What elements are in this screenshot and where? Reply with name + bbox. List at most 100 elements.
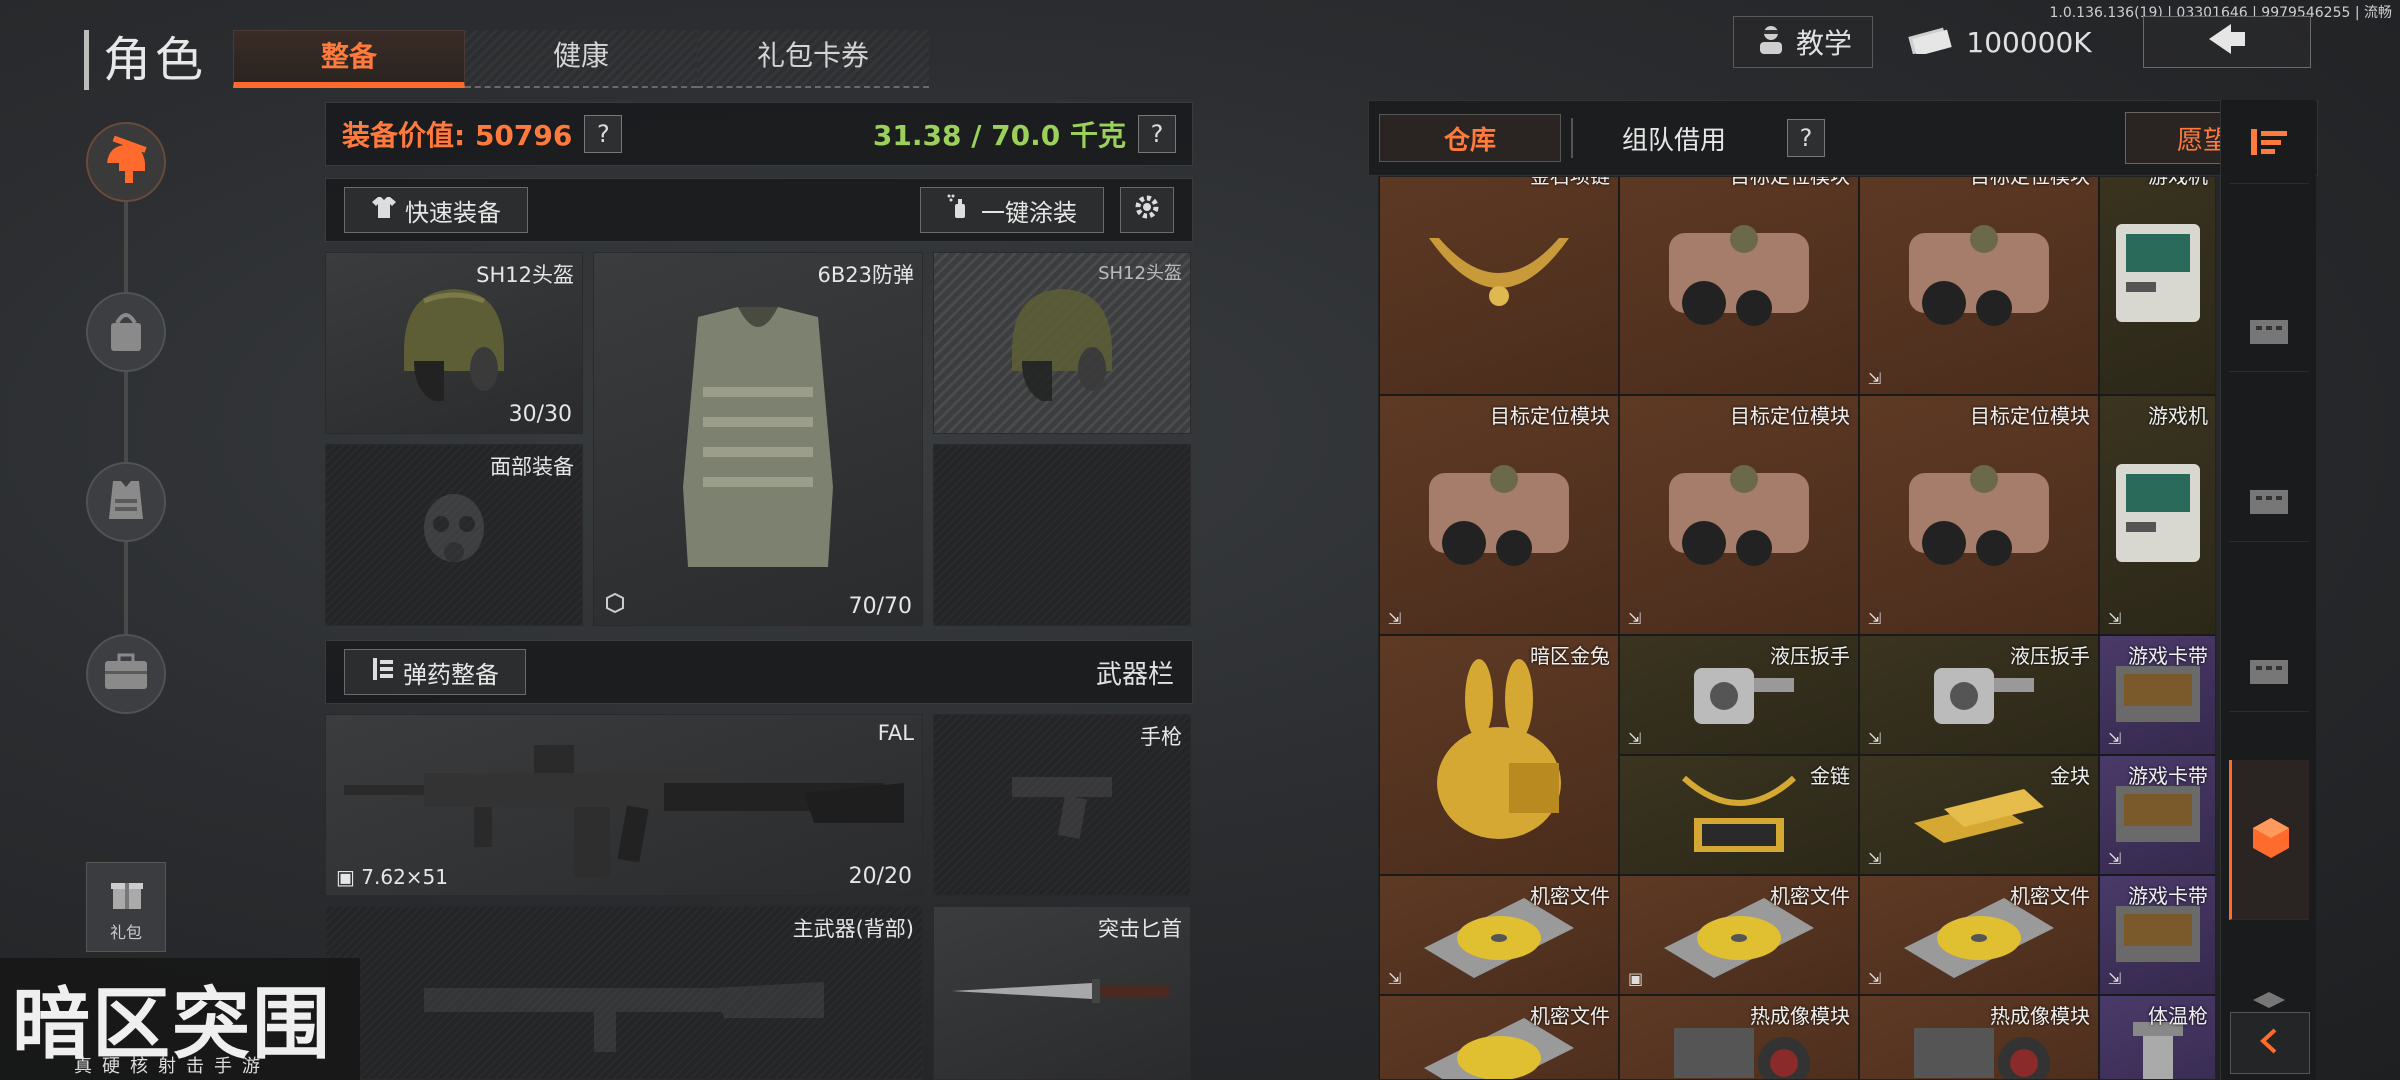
cube-icon [2249, 816, 2293, 864]
item-name: 体温枪 [2148, 1004, 2208, 1028]
warehouse-header: 仓库 组队借用 ? 愿望单 [1368, 100, 2318, 176]
money-value: 100000K [1966, 25, 2092, 59]
helmet-alt-slot[interactable]: SH12头盔 [933, 252, 1191, 434]
sort-button[interactable] [2229, 104, 2309, 184]
tab-equip[interactable]: 整备 [233, 30, 465, 88]
weight-help-button[interactable]: ? [1138, 115, 1176, 153]
box-icon [2246, 652, 2292, 692]
helmet-durability: 30/30 [508, 402, 572, 427]
ammo-prep-button[interactable]: 弹药整备 [344, 649, 526, 695]
ammo-icon [371, 656, 395, 688]
spray-icon [947, 194, 973, 226]
necklace-image [1409, 208, 1589, 342]
item-cell[interactable]: 机密文件 ⇲ [1379, 875, 1619, 995]
warehouse-help-button[interactable]: ? [1787, 119, 1825, 157]
tutorial-button[interactable]: 教学 [1733, 16, 1873, 68]
item-cell[interactable]: 目标定位模块 [1619, 177, 1859, 395]
item-cell[interactable]: 目标定位模块 ⇲ [1619, 395, 1859, 635]
nav-vest[interactable] [86, 462, 166, 542]
helmet-gun-icon [99, 133, 153, 191]
armor-name: 6B23防弹 [817, 263, 915, 287]
category-box-2[interactable] [2229, 462, 2309, 542]
pistol-slot-name: 手枪 [1140, 725, 1182, 749]
item-cell[interactable]: 暗区金兔 [1379, 635, 1619, 875]
shirt-icon [371, 194, 397, 226]
item-cell[interactable]: 液压扳手 ⇲ [1619, 635, 1859, 755]
item-name: 液压扳手 [2010, 644, 2090, 668]
category-box-3[interactable] [2229, 632, 2309, 712]
tab-team-borrow[interactable]: 组队借用 [1583, 114, 1765, 162]
game-cartridge-image [2112, 778, 2204, 852]
box-icon [2246, 482, 2292, 522]
export-icon: ⇲ [1388, 609, 1402, 628]
dagger-name: 突击匕首 [1098, 917, 1182, 941]
divider [1571, 118, 1573, 158]
gift-label: 礼包 [109, 923, 142, 942]
quick-equip-label: 快速装备 [405, 198, 501, 227]
item-cell[interactable]: 游戏机 [2099, 177, 2215, 395]
export-icon: ⇲ [1868, 369, 1882, 388]
item-cell[interactable]: 液压扳手 ⇲ [1859, 635, 2099, 755]
item-cell[interactable]: 目标定位模块 ⇲ [1859, 395, 2099, 635]
dagger-image [942, 961, 1182, 1025]
item-name: 机密文件 [1530, 884, 1610, 908]
dagger-slot[interactable]: 突击匕首 [933, 906, 1191, 1080]
item-name: 金块 [2050, 764, 2090, 788]
target-module-image [1649, 203, 1829, 347]
item-cell[interactable]: 游戏卡带 ⇲ [2099, 755, 2215, 875]
export-icon: ⇲ [2108, 849, 2122, 868]
cash-icon [1908, 24, 1953, 61]
item-name: 游戏机 [2148, 404, 2208, 428]
back-button[interactable] [2143, 16, 2311, 68]
item-name: 目标定位模块 [1970, 404, 2090, 428]
item-name: 目标定位模块 [1490, 404, 1610, 428]
nav-case[interactable] [86, 634, 166, 714]
item-cell[interactable]: 机密文件 ▣ [1619, 875, 1859, 995]
item-cell[interactable]: 金块 ⇲ [1859, 755, 2099, 875]
nav-backpack[interactable] [86, 292, 166, 372]
item-cell[interactable]: 金石项链 [1379, 177, 1619, 395]
item-cell[interactable]: 游戏卡带 ⇲ [2099, 635, 2215, 755]
back-arrow-icon [2207, 22, 2247, 63]
back-weapon-slot[interactable]: 主武器(背部) [325, 906, 923, 1080]
collapse-button[interactable] [2230, 1012, 2310, 1074]
item-cell[interactable]: 金链 [1619, 755, 1859, 875]
item-cell[interactable]: 机密文件 [1379, 995, 1619, 1079]
ammo-caliber: ▣ 7.62×51 [336, 865, 448, 889]
tab-health[interactable]: 健康 [465, 30, 697, 88]
export-icon: ⇲ [1868, 969, 1882, 988]
quick-equip-button[interactable]: 快速装备 [344, 187, 528, 233]
armor-slot[interactable]: 6B23防弹 70/70 [593, 252, 923, 626]
category-active[interactable] [2229, 760, 2309, 920]
item-name: 机密文件 [1530, 1004, 1610, 1028]
gift-button[interactable]: 礼包 [86, 862, 166, 952]
pistol-slot[interactable]: 手枪 [933, 714, 1191, 896]
export-icon: ⇲ [2108, 969, 2122, 988]
item-cell[interactable]: 游戏机 ⇲ [2099, 395, 2215, 635]
sort-icon [2249, 127, 2289, 161]
face-slot[interactable]: 面部装备 [325, 444, 583, 626]
item-cell[interactable]: 热成像模块 [1619, 995, 1859, 1079]
settings-button[interactable] [1120, 187, 1174, 233]
tab-storage[interactable]: 仓库 [1379, 114, 1561, 162]
one-click-paint-button[interactable]: 一键涂装 [920, 187, 1104, 233]
gear-icon [1132, 192, 1162, 228]
item-cell[interactable]: 目标定位模块 ⇲ [1379, 395, 1619, 635]
nav-gear-loadout[interactable] [86, 122, 166, 202]
value-help-button[interactable]: ? [584, 115, 623, 153]
tab-gift-coupons[interactable]: 礼包卡券 [697, 30, 929, 88]
item-cell[interactable]: 体温枪 [2099, 995, 2215, 1079]
item-cell[interactable]: 机密文件 ⇲ [1859, 875, 2099, 995]
item-name: 目标定位模块 [1730, 404, 1850, 428]
primary-weapon-slot[interactable]: FAL ▣ 7.62×51 20/20 [325, 714, 923, 896]
item-name: 游戏卡带 [2128, 644, 2208, 668]
ammo-bar: 弹药整备 武器栏 [325, 640, 1193, 704]
empty-slot[interactable] [933, 444, 1191, 626]
helmet-slot[interactable]: SH12头盔 30/30 [325, 252, 583, 434]
logo-subtitle: 真硬核射击手游 [74, 1056, 270, 1077]
item-cell[interactable]: 目标定位模块 ⇲ [1859, 177, 2099, 395]
item-cell[interactable]: 热成像模块 [1859, 995, 2099, 1079]
item-cell[interactable]: 游戏卡带 ⇲ [2099, 875, 2215, 995]
gas-mask-icon [409, 488, 499, 582]
category-box-1[interactable] [2229, 292, 2309, 372]
